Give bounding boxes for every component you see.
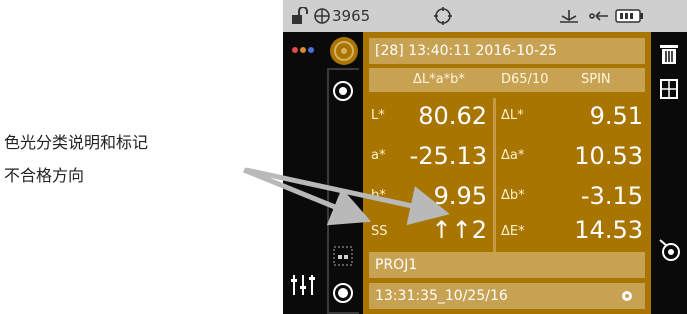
arrow-to-ss-value — [245, 167, 450, 226]
arrow-to-ss-label — [243, 167, 372, 226]
annotation-arrows — [243, 167, 450, 226]
